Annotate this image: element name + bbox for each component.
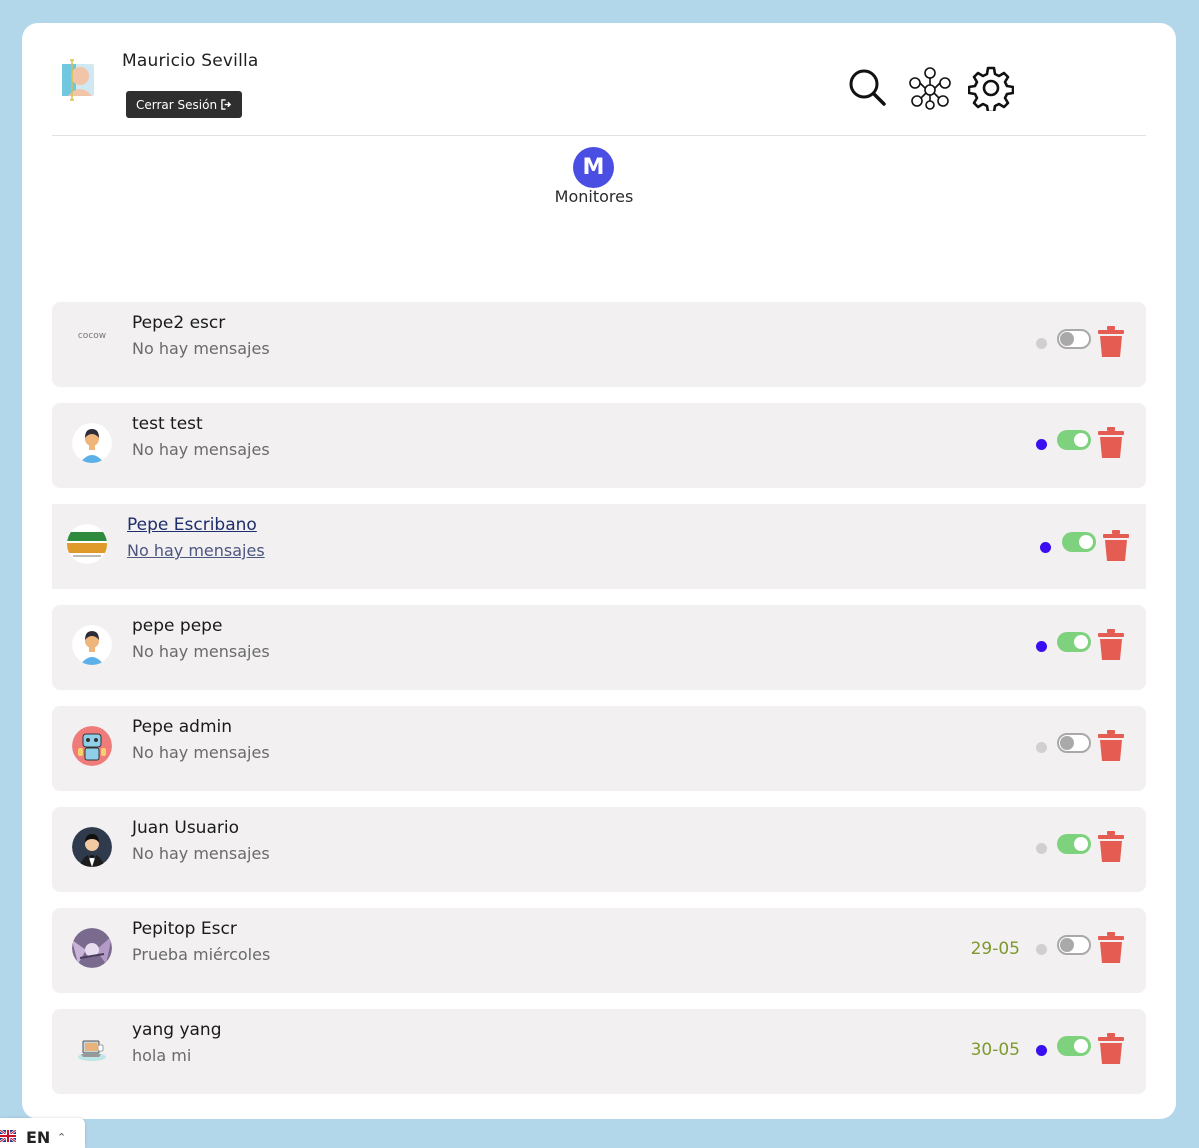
search-icon[interactable]: [845, 65, 891, 111]
user-name: Mauricio Sevilla: [122, 51, 259, 71]
laptop-avatar: [72, 1029, 112, 1069]
enable-toggle[interactable]: [1062, 532, 1096, 552]
list-item[interactable]: Pepitop Escr Prueba miércoles 29-05: [52, 908, 1146, 993]
trash-icon[interactable]: [1098, 932, 1124, 964]
list-item[interactable]: pepe pepe No hay mensajes: [52, 605, 1146, 690]
status-dot: [1036, 742, 1047, 753]
status-dot: [1036, 439, 1047, 450]
robot-avatar: [72, 726, 112, 766]
user-avatar: [62, 59, 94, 101]
status-dot: [1040, 542, 1051, 553]
row-message: No hay mensajes: [132, 440, 270, 459]
row-message: No hay mensajes: [127, 541, 265, 560]
list-item[interactable]: yang yang hola mi 30-05: [52, 1009, 1146, 1094]
trash-icon[interactable]: [1103, 530, 1129, 562]
enable-toggle[interactable]: [1057, 1036, 1091, 1056]
person-avatar: [72, 625, 112, 665]
sign-out-icon: [221, 99, 232, 110]
trash-icon[interactable]: [1098, 1033, 1124, 1065]
trash-icon[interactable]: [1098, 629, 1124, 661]
trash-icon[interactable]: [1098, 427, 1124, 459]
row-name: Pepitop Escr: [132, 919, 237, 939]
trash-icon[interactable]: [1098, 730, 1124, 762]
trash-icon[interactable]: [1098, 326, 1124, 358]
enable-toggle[interactable]: [1057, 329, 1091, 349]
status-dot: [1036, 944, 1047, 955]
tab-initial-badge: M: [573, 147, 614, 188]
cocow-logo: cocow: [72, 322, 112, 362]
uk-flag-icon: [0, 1130, 16, 1142]
chevron-up-icon: ⌃: [57, 1131, 67, 1144]
enable-toggle[interactable]: [1057, 834, 1091, 854]
trash-icon[interactable]: [1098, 831, 1124, 863]
enable-toggle[interactable]: [1057, 935, 1091, 955]
row-message: No hay mensajes: [132, 642, 270, 661]
row-name: Pepe2 escr: [132, 313, 226, 333]
tab-label: Monitores: [554, 187, 634, 206]
list-item[interactable]: Pepe admin No hay mensajes: [52, 706, 1146, 791]
row-date: 29-05: [970, 939, 1020, 959]
enable-toggle[interactable]: [1057, 430, 1091, 450]
row-name: pepe pepe: [132, 616, 223, 636]
list-item[interactable]: test test No hay mensajes: [52, 403, 1146, 488]
gear-icon[interactable]: [968, 65, 1014, 111]
list-item[interactable]: Juan Usuario No hay mensajes: [52, 807, 1146, 892]
waiter-avatar: [72, 827, 112, 867]
svg-text:cocow: cocow: [78, 331, 106, 341]
main-card: Mauricio Sevilla Cerrar Sesión M Monitor…: [22, 23, 1176, 1119]
row-name: yang yang: [132, 1020, 222, 1040]
row-name[interactable]: Pepe Escribano: [127, 515, 257, 535]
row-name: Pepe admin: [132, 717, 233, 737]
language-selector[interactable]: EN ⌃: [0, 1118, 85, 1148]
brand-logo: [67, 524, 107, 564]
row-name: Juan Usuario: [132, 818, 239, 838]
enable-toggle[interactable]: [1057, 733, 1091, 753]
row-date: 30-05: [970, 1040, 1020, 1060]
list-item[interactable]: cocow Pepe2 escr No hay mensajes: [52, 302, 1146, 387]
tab-monitores[interactable]: M Monitores: [22, 145, 1176, 215]
status-dot: [1036, 1045, 1047, 1056]
list-item[interactable]: Pepe Escribano No hay mensajes: [52, 504, 1146, 589]
language-label: EN: [26, 1128, 51, 1147]
status-dot: [1036, 338, 1047, 349]
status-dot: [1036, 641, 1047, 652]
enable-toggle[interactable]: [1057, 632, 1091, 652]
row-message: No hay mensajes: [132, 743, 270, 762]
row-message: hola mi: [132, 1046, 192, 1065]
row-message: Prueba miércoles: [132, 945, 271, 964]
logout-label: Cerrar Sesión: [136, 97, 218, 112]
status-dot: [1036, 843, 1047, 854]
row-message: No hay mensajes: [132, 339, 270, 358]
photo-avatar: [72, 928, 112, 968]
row-name: test test: [132, 414, 203, 434]
network-icon[interactable]: [907, 65, 953, 111]
header: Mauricio Sevilla Cerrar Sesión: [52, 23, 1146, 136]
person-avatar: [72, 423, 112, 463]
logout-button[interactable]: Cerrar Sesión: [126, 91, 243, 118]
row-message: No hay mensajes: [132, 844, 270, 863]
